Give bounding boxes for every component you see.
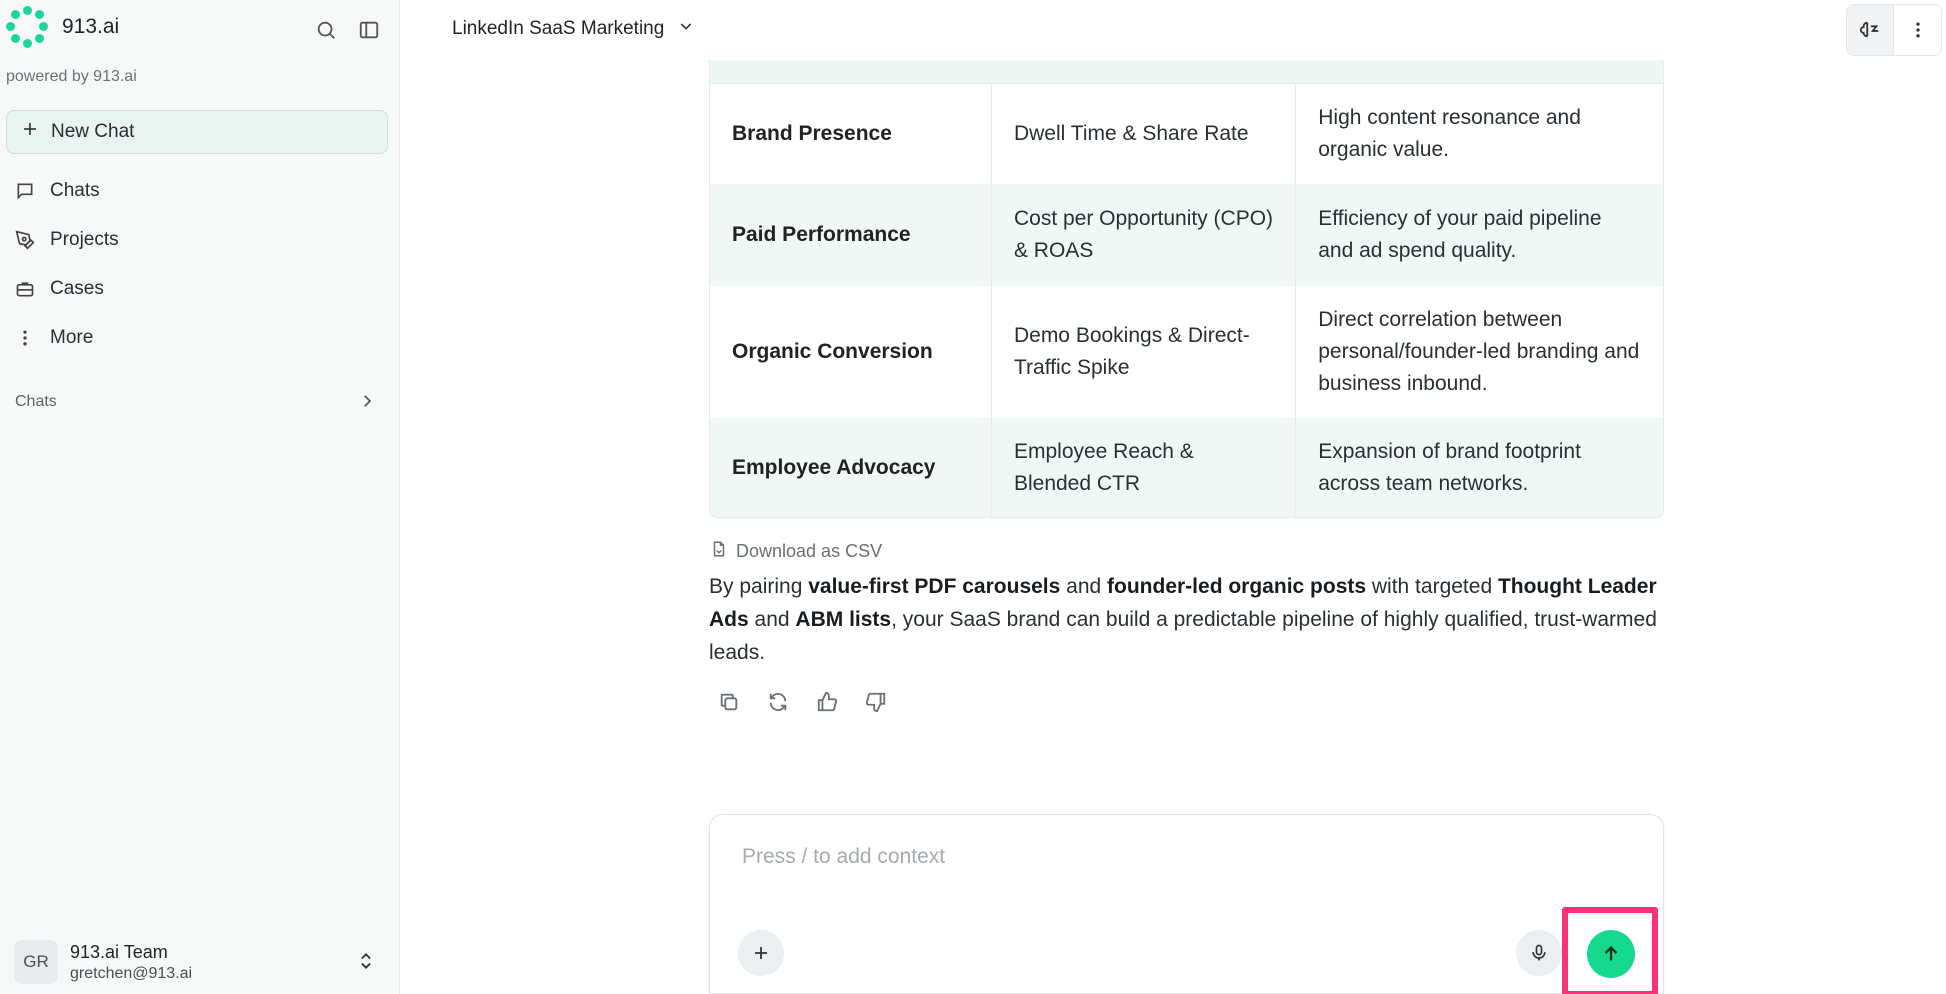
chevron-down-icon — [678, 18, 694, 40]
chat-bubble-icon — [14, 180, 36, 202]
summary-bold: value-first PDF carousels — [808, 575, 1061, 598]
message-input[interactable]: Press / to add context — [742, 845, 945, 869]
pen-tool-icon — [14, 229, 36, 251]
table-cell: Expansion of brand footprint across team… — [1318, 440, 1581, 495]
new-chat-label: New Chat — [51, 121, 135, 142]
table-cell: Efficiency of your paid pipeline and ad … — [1318, 207, 1602, 262]
more-options-icon[interactable] — [1894, 5, 1941, 55]
summary-text: and — [748, 608, 796, 631]
chevron-right-icon[interactable] — [358, 392, 376, 415]
table-cell: High content resonance and organic value… — [1318, 106, 1581, 161]
table-row: Paid Performance Cost per Opportunity (C… — [710, 184, 1663, 286]
download-label: Download as CSV — [736, 541, 883, 561]
summary-text: and — [1060, 575, 1108, 598]
regenerate-icon[interactable] — [766, 690, 790, 714]
user-name: 913.ai Team — [70, 941, 168, 962]
user-email: gretchen@913.ai — [70, 964, 193, 982]
sidebar: 913.ai powered by 913.ai New Chat Chats … — [0, 0, 400, 994]
summary-text: By pairing — [709, 575, 809, 598]
message-composer: Press / to add context — [709, 814, 1664, 994]
vertical-dots-icon — [14, 327, 36, 349]
search-icon[interactable] — [312, 16, 340, 44]
add-context-button[interactable] — [738, 930, 784, 976]
table-cell: Employee Advocacy — [710, 418, 992, 517]
table-row: Employee Advocacy Employee Reach & Blend… — [710, 418, 1663, 517]
table-cell: Employee Reach & Blended CTR — [991, 418, 1297, 517]
sidebar-item-more[interactable]: More — [14, 327, 93, 349]
sidebar-item-label: Cases — [50, 278, 104, 299]
message-actions — [717, 690, 888, 714]
download-csv-link[interactable]: Download as CSV — [710, 539, 882, 564]
metrics-table: Brand Presence Dwell Time & Share Rate H… — [709, 60, 1664, 518]
table-cell: Direct correlation between personal/foun… — [1318, 308, 1640, 395]
assistant-summary: By pairing value-first PDF carousels and… — [709, 570, 1669, 669]
summary-bold: founder-led organic posts — [1107, 575, 1367, 598]
conversation-title-dropdown[interactable]: LinkedIn SaaS Marketing — [452, 18, 694, 40]
top-actions — [1846, 4, 1942, 56]
brand[interactable]: 913.ai — [6, 6, 119, 48]
sidebar-item-label: Projects — [50, 229, 119, 250]
summary-text: with targeted — [1366, 575, 1498, 598]
sidebar-item-projects[interactable]: Projects — [14, 229, 119, 251]
sidebar-toggle-icon[interactable] — [355, 16, 383, 44]
table-cell: Cost per Opportunity (CPO) & ROAS — [991, 184, 1297, 286]
thumbs-down-icon[interactable] — [864, 690, 888, 714]
copy-icon[interactable] — [717, 690, 741, 714]
chevron-up-down-icon[interactable] — [356, 950, 376, 977]
powered-by: powered by 913.ai — [6, 68, 137, 85]
chats-section-label: Chats — [15, 393, 57, 410]
assistant-mode-button[interactable] — [1847, 5, 1895, 55]
conversation-title: LinkedIn SaaS Marketing — [452, 18, 665, 39]
sidebar-item-label: More — [50, 327, 94, 348]
sidebar-item-label: Chats — [50, 180, 100, 201]
sidebar-item-cases[interactable]: Cases — [14, 278, 104, 300]
send-button[interactable] — [1587, 930, 1635, 978]
logo-icon — [6, 6, 48, 48]
briefcase-icon — [14, 278, 36, 300]
table-row: Brand Presence Dwell Time & Share Rate H… — [710, 84, 1663, 184]
table-row: Organic Conversion Demo Bookings & Direc… — [710, 286, 1663, 418]
brand-name: 913.ai — [62, 15, 120, 38]
table-cell: Dwell Time & Share Rate — [991, 84, 1297, 184]
table-cell: Demo Bookings & Direct-Traffic Spike — [991, 286, 1297, 418]
new-chat-button[interactable]: New Chat — [6, 110, 388, 154]
plus-icon — [21, 120, 39, 144]
summary-bold: ABM lists — [795, 608, 892, 631]
table-cell: Paid Performance — [710, 184, 992, 286]
sidebar-item-chats[interactable]: Chats — [14, 180, 100, 202]
table-header-edge — [710, 60, 1663, 84]
user-profile[interactable]: GR 913.ai Team gretchen@913.ai — [14, 940, 192, 984]
table-cell: Organic Conversion — [710, 286, 992, 418]
microphone-button[interactable] — [1516, 930, 1562, 976]
table-cell: Brand Presence — [710, 84, 992, 184]
thumbs-up-icon[interactable] — [815, 690, 839, 714]
file-download-icon — [710, 539, 728, 564]
avatar: GR — [14, 940, 58, 984]
